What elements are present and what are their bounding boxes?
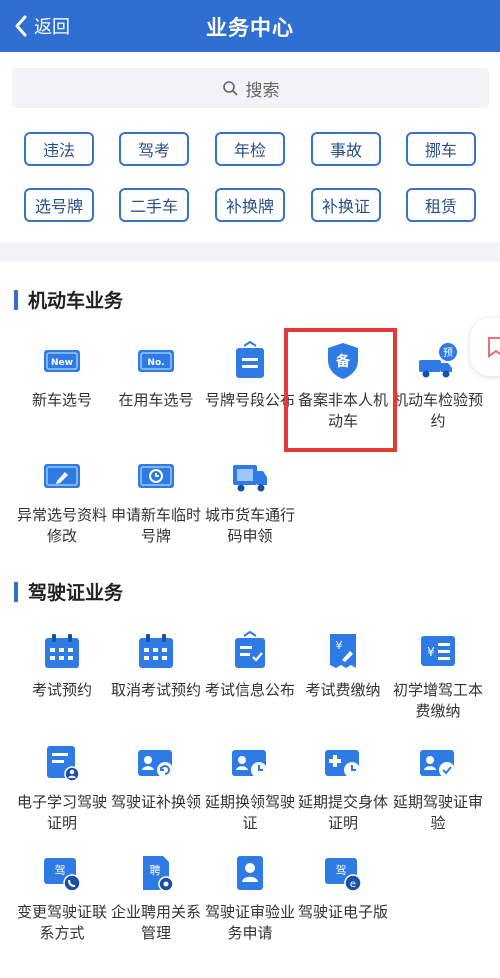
service-label: 考试预约	[31, 681, 92, 699]
section-divider	[0, 242, 500, 262]
chip-replace-license[interactable]: 补换证	[311, 188, 381, 222]
svg-text:驾: 驾	[55, 864, 66, 877]
section-title-vehicle: 机动车业务	[14, 286, 123, 313]
chip-violation[interactable]: 违法	[24, 132, 94, 166]
review-apply-icon	[237, 856, 263, 890]
svg-text:¥: ¥	[336, 639, 343, 652]
svg-text:聘: 聘	[150, 863, 161, 877]
new-plate-icon: New	[44, 350, 80, 372]
svg-text:No.: No.	[147, 358, 164, 368]
service-electronic-license[interactable]: 驾e 驾驶证电子版	[295, 852, 391, 923]
service-label: 企业聘用关系管理	[110, 903, 201, 942]
title-accent-bar	[14, 581, 18, 602]
side-floating-tab[interactable]	[470, 318, 500, 376]
service-abnormal-plate-edit[interactable]: 异常选号资料修改	[14, 455, 110, 547]
e-license-icon: 驾e	[325, 858, 362, 892]
service-label: 延期驾驶证审验	[392, 793, 483, 832]
service-employment-management[interactable]: 聘 企业聘用关系管理	[108, 852, 204, 944]
service-label: 异常选号资料修改	[16, 506, 107, 545]
service-license-renewal[interactable]: 驾驶证补换领	[108, 742, 204, 813]
chip-move-car[interactable]: 挪车	[406, 132, 476, 166]
service-freight-pass[interactable]: 城市货车通行码申领	[202, 455, 298, 547]
edit-card-icon	[44, 464, 80, 488]
info-board-icon	[235, 630, 265, 668]
service-health-proof-delay[interactable]: 延期提交身体证明	[295, 742, 391, 834]
service-e-learning-proof[interactable]: 电子学习驾驶证明	[14, 742, 110, 834]
health-delay-icon	[325, 750, 360, 778]
chip-used-car[interactable]: 二手车	[119, 188, 189, 222]
calendar-icon	[45, 634, 79, 668]
service-used-car-plate[interactable]: No. 在用车选号	[108, 340, 204, 411]
service-label: 机动车检验预约	[392, 391, 483, 430]
service-license-delay-renew[interactable]: 延期换领驾驶证	[202, 742, 298, 834]
service-label: 驾驶证审验业务申请	[204, 903, 295, 942]
service-label: 驾驶证电子版	[297, 903, 388, 921]
section-title-vehicle-text: 机动车业务	[28, 290, 124, 312]
search-area: 搜索 违法 驾考 年检 事故 挪车 选号牌 二手车 补换牌 补换证 租赁	[0, 52, 500, 242]
fee-receipt-icon: ¥	[330, 634, 356, 668]
title-accent-bar	[14, 289, 18, 310]
bookmark-icon	[488, 337, 500, 358]
truck-reserve-icon: 预	[419, 343, 457, 378]
svg-text:预: 预	[443, 347, 453, 359]
section-title-license: 驾驶证业务	[14, 578, 123, 605]
service-new-car-plate[interactable]: New 新车选号	[14, 340, 110, 411]
freight-truck-icon	[233, 465, 267, 492]
chip-select-plate[interactable]: 选号牌	[24, 188, 94, 222]
search-icon	[222, 81, 237, 96]
timer-plate-icon	[138, 464, 174, 488]
plate-number-icon: No.	[138, 350, 174, 372]
service-label: 初学增驾工本费缴纳	[392, 681, 483, 720]
service-license-review-delay[interactable]: 延期驾驶证审验	[390, 742, 486, 834]
section-title-license-text: 驾驶证业务	[28, 582, 124, 604]
service-label: 延期换领驾驶证	[204, 793, 295, 832]
chip-driving-test[interactable]: 驾考	[119, 132, 189, 166]
service-review-application[interactable]: 驾驶证审验业务申请	[202, 852, 298, 944]
search-placeholder: 搜索	[245, 80, 280, 101]
service-change-contact[interactable]: 驾 变更驾驶证联系方式	[14, 852, 110, 944]
svg-text:驾: 驾	[336, 864, 347, 877]
service-label: 变更驾驶证联系方式	[16, 903, 107, 942]
license-delay-icon	[232, 750, 267, 778]
service-label: 取消考试预约	[110, 681, 201, 699]
service-label: 驾驶证补换领	[110, 793, 201, 811]
search-input[interactable]: 搜索	[12, 68, 489, 108]
service-label: 考试信息公布	[204, 681, 295, 699]
svg-text:¥: ¥	[427, 645, 435, 659]
svg-text:e: e	[350, 879, 356, 890]
service-label: 新车选号	[31, 391, 92, 409]
chip-rental[interactable]: 租赁	[406, 188, 476, 222]
license-renew-icon	[138, 750, 173, 778]
service-label: 延期提交身体证明	[297, 793, 388, 832]
chip-annual-check[interactable]: 年检	[215, 132, 285, 166]
highlight-box	[284, 328, 397, 452]
chip-replace-plate[interactable]: 补换牌	[215, 188, 285, 222]
service-exam-fee[interactable]: ¥ 考试费缴纳	[295, 630, 391, 701]
employ-doc-icon: 聘	[143, 856, 174, 892]
top-bar: 返回 业务中心	[0, 0, 500, 52]
service-label: 在用车选号	[118, 391, 194, 409]
service-label: 电子学习驾驶证明	[16, 793, 107, 832]
license-phone-icon: 驾	[44, 858, 81, 892]
page-title: 业务中心	[206, 16, 294, 40]
service-learner-fee[interactable]: ¥ 初学增驾工本费缴纳	[390, 630, 486, 722]
svg-text:New: New	[51, 358, 73, 368]
service-cancel-exam-booking[interactable]: 取消考试预约	[108, 630, 204, 701]
license-check-icon	[420, 750, 455, 778]
service-label: 城市货车通行码申领	[204, 506, 295, 545]
study-doc-icon	[47, 746, 80, 782]
service-temp-plate-apply[interactable]: 申请新车临时号牌	[108, 455, 204, 547]
announcement-board-icon	[236, 340, 264, 378]
calendar-cancel-icon	[139, 634, 173, 668]
service-label: 考试费缴纳	[305, 681, 381, 699]
service-label: 申请新车临时号牌	[110, 506, 201, 545]
service-exam-info[interactable]: 考试信息公布	[202, 630, 298, 701]
cost-bill-icon: ¥	[421, 636, 455, 666]
chip-accident[interactable]: 事故	[311, 132, 381, 166]
service-exam-booking[interactable]: 考试预约	[14, 630, 110, 701]
